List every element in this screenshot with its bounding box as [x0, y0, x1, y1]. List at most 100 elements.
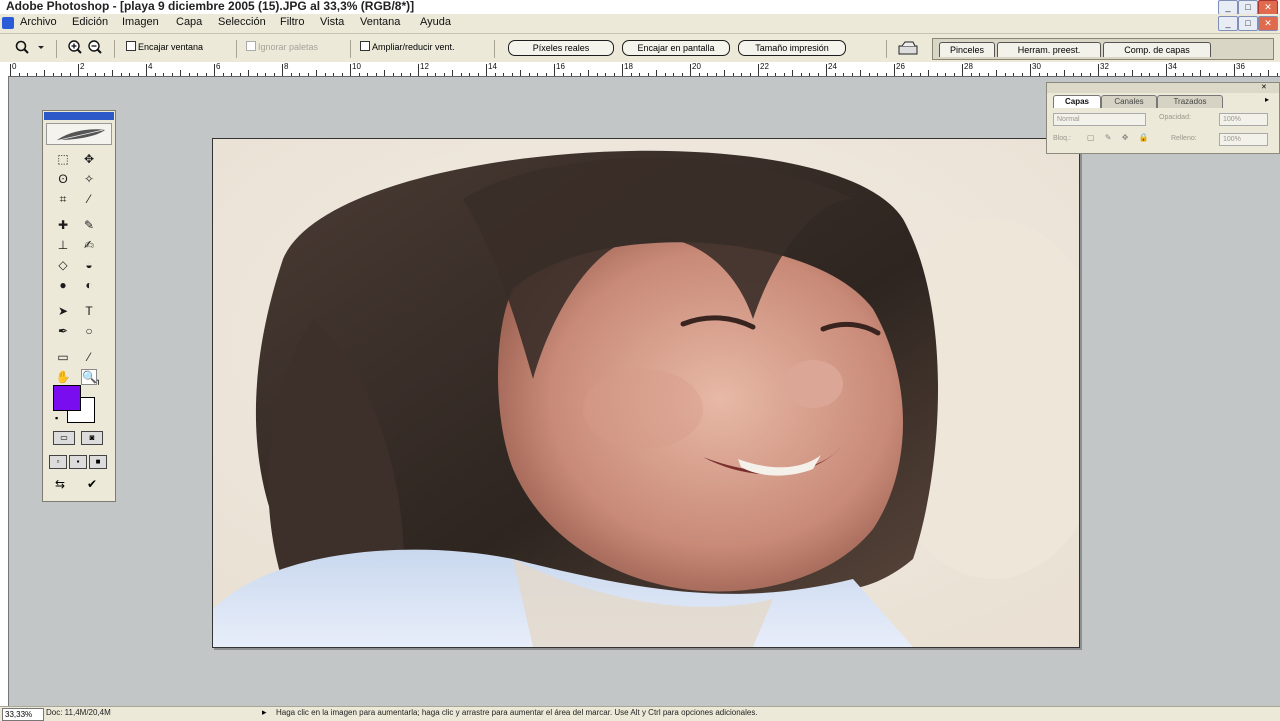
screen-mode-full-menu-button[interactable]: ▪	[69, 455, 87, 469]
lock-transparent-icon[interactable]: ▢	[1087, 133, 1095, 142]
close-button[interactable]: ✕	[1258, 0, 1278, 15]
ruler-tick	[605, 73, 606, 76]
opacity-input[interactable]: 100%	[1219, 113, 1268, 126]
slice-icon[interactable]: ⁄	[81, 191, 97, 207]
fill-input[interactable]: 100%	[1219, 133, 1268, 146]
brush-icon[interactable]: ✎	[81, 217, 97, 233]
tab-trazados[interactable]: Trazados	[1157, 95, 1223, 108]
photoshop-app-icon[interactable]	[2, 17, 14, 29]
ruler-tick	[129, 73, 130, 76]
status-menu-arrow-icon[interactable]: ▸	[262, 707, 267, 718]
ruler-tick	[1005, 73, 1006, 76]
lasso-icon[interactable]: ʘ	[55, 171, 71, 187]
ruler-tick	[197, 73, 198, 76]
horizontal-ruler[interactable]: 0 2 4 6 8 10 12 14 16 18 20 22 24 26 28 30 32 34 36	[0, 62, 1280, 77]
palette-well-tab-tool-presets[interactable]: Herram. preest.	[997, 42, 1101, 57]
marquee-icon[interactable]: ⬚	[55, 151, 71, 167]
ignore-palettes-checkbox[interactable]: Ignorar paletas	[246, 39, 318, 55]
zoom-icon[interactable]: 🔍	[81, 369, 97, 385]
doc-close-button[interactable]: ✕	[1258, 16, 1278, 31]
zoom-out-button[interactable]	[86, 39, 104, 56]
menu-filtro[interactable]: Filtro	[280, 16, 304, 28]
minimize-button[interactable]: _	[1218, 0, 1238, 15]
default-colors-icon[interactable]: ▪	[55, 413, 58, 423]
menu-edicion[interactable]: Edición	[72, 16, 108, 28]
lock-position-icon[interactable]: ✥	[1122, 133, 1129, 142]
palette-menu-icon[interactable]: ▸	[1265, 95, 1269, 104]
zoom-in-button[interactable]	[66, 39, 84, 56]
magic-wand-icon[interactable]: ✧	[81, 171, 97, 187]
ruler-tick	[716, 73, 717, 76]
layers-palette[interactable]: ✕ Capas Canales Trazados ▸ Normal Opacid…	[1046, 82, 1280, 154]
history-brush-icon[interactable]: ✍	[81, 237, 97, 253]
ruler-tick	[1030, 64, 1031, 76]
lock-image-icon[interactable]: ✎	[1105, 133, 1112, 142]
ruler-tick	[1013, 73, 1014, 76]
screen-mode-standard-button[interactable]: ▫	[49, 455, 67, 469]
tab-capas[interactable]: Capas	[1053, 95, 1101, 108]
vertical-ruler[interactable]	[0, 76, 9, 706]
menu-seleccion[interactable]: Selección	[218, 16, 266, 28]
eraser-icon[interactable]: ◇	[55, 257, 71, 273]
file-browser-button[interactable]	[896, 39, 922, 57]
jump-to-imageready-button[interactable]: ⇆	[55, 477, 65, 491]
path-selection-icon[interactable]: ➤	[55, 303, 71, 319]
document-canvas[interactable]	[212, 138, 1080, 648]
fit-screen-button[interactable]: Encajar en pantalla	[622, 40, 730, 56]
ruler-tick	[1107, 73, 1108, 76]
ruler-tick	[818, 73, 819, 76]
menu-ventana[interactable]: Ventana	[360, 16, 400, 28]
toolbox[interactable]: ▪ ↰ ▭ ◙ ▫ ▪ ■ ⇆ ✔ ⬚✥ʘ✧⌗⁄✚✎⊥✍◇◒●◐➤T✒○▭⁄✋🔍	[42, 110, 116, 502]
checkbox-label: Ampliar/reducir vent.	[372, 42, 455, 52]
palette-well-tab-brushes[interactable]: Pinceles	[939, 42, 995, 57]
shape-icon[interactable]: ○	[81, 323, 97, 339]
eyedropper-icon[interactable]: ⁄	[81, 349, 97, 365]
fit-window-checkbox[interactable]: Encajar ventana	[126, 39, 203, 55]
blur-icon[interactable]: ●	[55, 277, 71, 293]
palette-close-icon[interactable]: ✕	[1261, 83, 1267, 91]
quick-mask-button[interactable]: ◙	[81, 431, 103, 445]
tab-canales[interactable]: Canales	[1101, 95, 1157, 108]
paint-bucket-icon[interactable]: ◒	[81, 257, 97, 273]
pen-icon[interactable]: ✒	[55, 323, 71, 339]
screen-mode-full-button[interactable]: ■	[89, 455, 107, 469]
zoom-in-icon	[68, 40, 82, 54]
menu-ayuda[interactable]: Ayuda	[420, 16, 451, 28]
foreground-color-swatch[interactable]	[53, 385, 81, 411]
doc-restore-button[interactable]: □	[1238, 16, 1258, 31]
maximize-button[interactable]: □	[1238, 0, 1258, 15]
menu-imagen[interactable]: Imagen	[122, 16, 159, 28]
move-icon[interactable]: ✥	[81, 151, 97, 167]
menu-archivo[interactable]: Archivo	[20, 16, 57, 28]
menu-vista[interactable]: Vista	[320, 16, 344, 28]
ruler-tick	[546, 73, 547, 76]
menu-capa[interactable]: Capa	[176, 16, 202, 28]
ruler-tick	[1260, 73, 1261, 76]
tool-preset-picker[interactable]	[12, 38, 46, 56]
lock-options[interactable]: ▢ ✎ ✥ 🔒	[1087, 133, 1167, 145]
dodge-icon[interactable]: ◐	[81, 277, 97, 293]
zoom-level-field[interactable]: 33,33%	[2, 708, 44, 721]
ruler-label: 28	[964, 62, 973, 71]
toolbox-title-bar[interactable]	[44, 112, 114, 120]
notes-icon[interactable]: ▭	[55, 349, 71, 365]
doc-minimize-button[interactable]: _	[1218, 16, 1238, 31]
palette-title-bar[interactable]	[1047, 83, 1279, 93]
print-size-button[interactable]: Tamaño impresión	[738, 40, 846, 56]
ruler-tick	[36, 73, 37, 76]
separator	[56, 40, 57, 58]
actual-pixels-button[interactable]: Píxeles reales	[508, 40, 614, 56]
blend-mode-select[interactable]: Normal	[1053, 113, 1146, 126]
resize-window-checkbox[interactable]: Ampliar/reducir vent.	[360, 39, 455, 55]
standard-mode-button[interactable]: ▭	[53, 431, 75, 445]
type-icon[interactable]: T	[81, 303, 97, 319]
adobe-online-button[interactable]	[46, 123, 112, 145]
crop-icon[interactable]: ⌗	[55, 191, 71, 207]
separator	[236, 40, 237, 58]
lock-all-icon[interactable]: 🔒	[1139, 133, 1149, 142]
hand-icon[interactable]: ✋	[55, 369, 71, 385]
clone-stamp-icon[interactable]: ⊥	[55, 237, 71, 253]
ruler-tick	[274, 73, 275, 76]
healing-brush-icon[interactable]: ✚	[55, 217, 71, 233]
palette-well-tab-layer-comps[interactable]: Comp. de capas	[1103, 42, 1211, 57]
